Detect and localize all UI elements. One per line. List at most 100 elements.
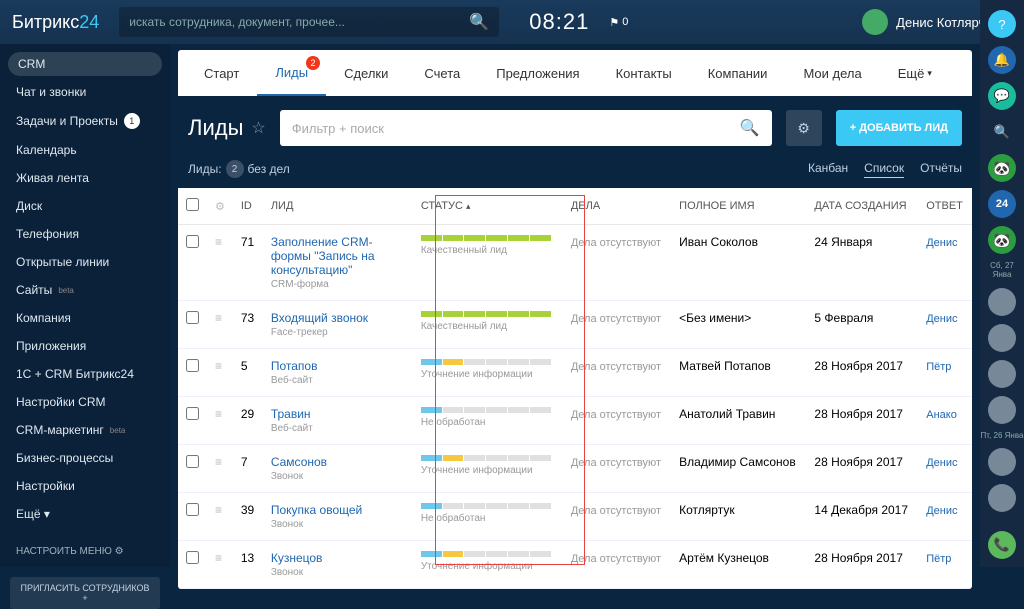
crm-tab[interactable]: Сделки bbox=[326, 50, 406, 96]
invite-button[interactable]: ПРИГЛАСИТЬ СОТРУДНИКОВ + bbox=[10, 577, 160, 609]
filter-input[interactable] bbox=[292, 121, 740, 136]
search-icon[interactable]: 🔍 bbox=[469, 12, 489, 32]
global-search[interactable]: 🔍 bbox=[119, 7, 499, 37]
rail-avatar[interactable] bbox=[988, 448, 1016, 476]
notifications-flag[interactable]: ⚑ 0 bbox=[609, 16, 628, 29]
header-gear[interactable]: ⚙ bbox=[207, 188, 233, 225]
lead-link[interactable]: Заполнение CRM-формы "Запись на консульт… bbox=[271, 235, 405, 277]
sidebar-item[interactable]: Компания bbox=[0, 304, 170, 332]
row-menu[interactable]: ≡ bbox=[207, 493, 233, 541]
responsible-link[interactable]: Денис bbox=[926, 237, 957, 249]
status-bar[interactable] bbox=[421, 551, 551, 557]
add-lead-button[interactable]: + ДОБАВИТЬ ЛИД bbox=[836, 110, 962, 146]
sidebar-item[interactable]: Открытые линии bbox=[0, 248, 170, 276]
rail-avatar[interactable] bbox=[988, 396, 1016, 424]
row-checkbox[interactable] bbox=[178, 301, 207, 349]
row-menu[interactable]: ≡ bbox=[207, 349, 233, 397]
chat-icon[interactable]: 💬 bbox=[988, 82, 1016, 110]
table-row[interactable]: ≡ 29 ТравинВеб-сайт Не обработан Дела от… bbox=[178, 397, 972, 445]
row-menu[interactable]: ≡ bbox=[207, 301, 233, 349]
b24-icon[interactable]: 24 bbox=[988, 190, 1016, 218]
status-bar[interactable] bbox=[421, 311, 551, 317]
row-menu[interactable]: ≡ bbox=[207, 445, 233, 493]
sidebar-item[interactable]: Задачи и Проекты1 bbox=[0, 106, 170, 136]
row-menu[interactable]: ≡ bbox=[207, 397, 233, 445]
configure-menu[interactable]: НАСТРОИТЬ МЕНЮ ⚙ bbox=[0, 540, 170, 563]
responsible-link[interactable]: Пётр bbox=[926, 361, 951, 373]
row-checkbox[interactable] bbox=[178, 397, 207, 445]
sidebar-item[interactable]: Живая лента bbox=[0, 164, 170, 192]
header-resp[interactable]: ОТВЕТ bbox=[918, 188, 972, 225]
row-checkbox[interactable] bbox=[178, 349, 207, 397]
lead-link[interactable]: Покупка овощей bbox=[271, 503, 405, 517]
rail-search-icon[interactable]: 🔍 bbox=[988, 118, 1016, 146]
crm-tab[interactable]: Мои дела bbox=[785, 50, 879, 96]
crm-tab[interactable]: Старт bbox=[186, 50, 257, 96]
sidebar-item[interactable]: CRM bbox=[8, 52, 162, 76]
status-bar[interactable] bbox=[421, 455, 551, 461]
sidebar-item[interactable]: Чат и звонки bbox=[0, 78, 170, 106]
row-menu[interactable]: ≡ bbox=[207, 541, 233, 589]
rail-avatar[interactable] bbox=[988, 484, 1016, 512]
crm-tab[interactable]: Лиды2 bbox=[257, 50, 326, 96]
rail-avatar[interactable] bbox=[988, 360, 1016, 388]
call-icon[interactable]: 📞 bbox=[988, 531, 1016, 559]
header-id[interactable]: ID bbox=[233, 188, 263, 225]
responsible-link[interactable]: Денис bbox=[926, 313, 957, 325]
sidebar-item[interactable]: Настройки bbox=[0, 472, 170, 500]
table-row[interactable]: ≡ 7 СамсоновЗвонок Уточнение информации … bbox=[178, 445, 972, 493]
sidebar-item[interactable]: Приложения bbox=[0, 332, 170, 360]
filter-search[interactable]: 🔍 bbox=[280, 110, 772, 146]
status-bar[interactable] bbox=[421, 407, 551, 413]
sidebar-item[interactable]: Бизнес-процессы bbox=[0, 444, 170, 472]
sidebar-item[interactable]: 1С + CRM Битрикс24 bbox=[0, 360, 170, 388]
row-menu[interactable]: ≡ bbox=[207, 225, 233, 301]
lead-link[interactable]: Входящий звонок bbox=[271, 311, 405, 325]
sidebar-item[interactable]: Ещё ▾ bbox=[0, 500, 170, 528]
responsible-link[interactable]: Анако bbox=[926, 409, 957, 421]
search-icon[interactable]: 🔍 bbox=[740, 118, 760, 138]
row-checkbox[interactable] bbox=[178, 445, 207, 493]
sidebar-item[interactable]: Настройки CRM bbox=[0, 388, 170, 416]
header-lead[interactable]: ЛИД bbox=[263, 188, 413, 225]
header-checkbox[interactable] bbox=[178, 188, 207, 225]
sidebar-item[interactable]: Календарь bbox=[0, 136, 170, 164]
crm-tab[interactable]: Счета bbox=[406, 50, 478, 96]
rail-avatar[interactable] bbox=[988, 288, 1016, 316]
sidebar-item[interactable]: CRM-маркетингbeta bbox=[0, 416, 170, 444]
table-row[interactable]: ≡ 13 КузнецовЗвонок Уточнение информации… bbox=[178, 541, 972, 589]
bell-icon[interactable]: 🔔 bbox=[988, 46, 1016, 74]
view-list[interactable]: Список bbox=[864, 161, 904, 178]
crm-tab[interactable]: Контакты bbox=[598, 50, 690, 96]
panda-icon-2[interactable]: 🐼 bbox=[988, 226, 1016, 254]
lead-link[interactable]: Потапов bbox=[271, 359, 405, 373]
sub-label-b[interactable]: без дел bbox=[248, 162, 290, 176]
view-reports[interactable]: Отчёты bbox=[920, 161, 962, 178]
lead-link[interactable]: Самсонов bbox=[271, 455, 405, 469]
responsible-link[interactable]: Пётр bbox=[926, 553, 951, 565]
header-status[interactable]: СТАТУС ▴ bbox=[413, 188, 563, 225]
lead-link[interactable]: Травин bbox=[271, 407, 405, 421]
table-row[interactable]: ≡ 39 Покупка овощейЗвонок Не обработан Д… bbox=[178, 493, 972, 541]
status-bar[interactable] bbox=[421, 235, 551, 241]
settings-button[interactable]: ⚙ bbox=[786, 110, 822, 146]
header-fullname[interactable]: ПОЛНОЕ ИМЯ bbox=[671, 188, 806, 225]
row-checkbox[interactable] bbox=[178, 541, 207, 589]
lead-link[interactable]: Кузнецов bbox=[271, 551, 405, 565]
sidebar-item[interactable]: Диск bbox=[0, 192, 170, 220]
sub-count[interactable]: 2 bbox=[226, 160, 244, 178]
row-checkbox[interactable] bbox=[178, 225, 207, 301]
star-icon[interactable]: ☆ bbox=[251, 118, 265, 138]
status-bar[interactable] bbox=[421, 359, 551, 365]
row-checkbox[interactable] bbox=[178, 493, 207, 541]
status-bar[interactable] bbox=[421, 503, 551, 509]
sidebar-item[interactable]: Телефония bbox=[0, 220, 170, 248]
table-row[interactable]: ≡ 71 Заполнение CRM-формы "Запись на кон… bbox=[178, 225, 972, 301]
crm-tab[interactable]: Предложения bbox=[478, 50, 597, 96]
header-deals[interactable]: ДЕЛА bbox=[563, 188, 671, 225]
responsible-link[interactable]: Денис bbox=[926, 457, 957, 469]
crm-tab[interactable]: Компании bbox=[690, 50, 786, 96]
logo[interactable]: Битрикс24 bbox=[12, 12, 99, 33]
table-row[interactable]: ≡ 5 ПотаповВеб-сайт Уточнение информации… bbox=[178, 349, 972, 397]
responsible-link[interactable]: Денис bbox=[926, 505, 957, 517]
